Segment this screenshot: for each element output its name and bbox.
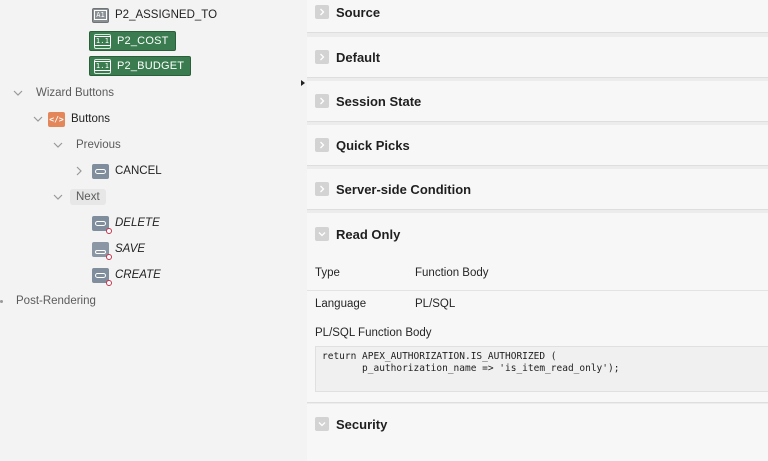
group-title: Server-side Condition	[336, 181, 472, 197]
group-header[interactable]: Read Only	[307, 213, 768, 255]
button-icon	[92, 163, 109, 179]
chevron-down-icon[interactable]	[33, 114, 43, 124]
language-select[interactable]: PL/SQL	[415, 298, 455, 310]
group-title: Source	[336, 4, 381, 20]
group-read-only: Read Only Type Function Body Language PL…	[307, 213, 768, 403]
group-server-side-condition: Server-side Condition	[307, 169, 768, 210]
group-session-state: Session State	[307, 81, 768, 122]
tree-item-p2-budget[interactable]: 1.1 P2_BUDGET	[89, 56, 192, 76]
tree-item-create[interactable]: CREATE	[92, 264, 161, 286]
property-label: Language	[315, 297, 367, 310]
group-quick-picks: Quick Picks	[307, 125, 768, 166]
group-title: Quick Picks	[336, 137, 410, 153]
chevron-down-icon[interactable]	[53, 140, 63, 150]
panel-splitter[interactable]	[300, 0, 307, 461]
tree-item-label: DELETE	[115, 217, 160, 229]
group-header[interactable]: Server-side Condition	[307, 169, 768, 209]
plsql-code-editor[interactable]: return APEX_AUTHORIZATION.IS_AUTHORIZED …	[315, 346, 768, 392]
code-region-icon: </>	[48, 111, 65, 127]
tree-node-buttons[interactable]: </> Buttons	[33, 108, 110, 130]
group-source: Source	[307, 0, 768, 33]
chevron-down-icon[interactable]	[315, 227, 329, 241]
button-icon	[92, 215, 112, 234]
tree-item-delete[interactable]: DELETE	[92, 212, 160, 234]
number-item-icon: 1.1	[93, 33, 112, 49]
group-title: Security	[336, 416, 388, 432]
property-label: Type	[315, 267, 340, 279]
tree-item-cancel[interactable]: CANCEL	[74, 160, 162, 182]
tree-node-label: Next	[70, 189, 106, 205]
tree-item-label: P2_ASSIGNED_TO	[115, 9, 218, 21]
collapse-arrow-icon[interactable]	[301, 80, 305, 86]
tree-item-save[interactable]: SAVE	[92, 238, 145, 260]
property-editor: Source Default Session State Quick Picks	[307, 0, 768, 461]
property-type[interactable]: Type Function Body	[307, 260, 768, 286]
group-title: Session State	[336, 93, 422, 109]
condition-badge-icon	[106, 253, 112, 260]
group-header[interactable]: Session State	[307, 81, 768, 121]
save-button-icon	[92, 241, 112, 260]
number-item-icon: 1.1	[93, 58, 112, 74]
group-header[interactable]: Security	[307, 404, 768, 444]
tree-node-label: Post-Rendering	[16, 295, 96, 307]
group-title: Read Only	[336, 226, 401, 242]
page-designer: A1 P2_ASSIGNED_TO 1.1 P2_COST 1.1 P2_BUD…	[0, 0, 768, 461]
group-title: Default	[336, 49, 381, 65]
chevron-down-icon[interactable]	[315, 417, 329, 431]
group-header[interactable]: Quick Picks	[307, 125, 768, 165]
chevron-right-icon[interactable]	[315, 182, 329, 196]
tree-item-label: P2_COST	[117, 35, 169, 47]
property-language[interactable]: Language PL/SQL	[307, 290, 768, 316]
condition-badge-icon	[106, 279, 112, 286]
tree-node-next[interactable]: Next	[53, 186, 106, 208]
tree-item-p2-cost[interactable]: 1.1 P2_COST	[89, 31, 176, 51]
tree-item-label: CREATE	[115, 269, 161, 281]
tree-item-label: SAVE	[115, 243, 146, 255]
condition-badge-icon	[106, 227, 112, 234]
tree-node-wizard-buttons[interactable]: Wizard Buttons	[13, 82, 114, 104]
tree-item-label: CANCEL	[115, 165, 162, 177]
group-header[interactable]: Source	[307, 0, 768, 32]
type-select[interactable]: Function Body	[415, 267, 489, 279]
group-security: Security	[307, 404, 768, 461]
text-item-icon: A1	[92, 7, 109, 23]
button-icon	[92, 267, 112, 286]
group-default: Default	[307, 37, 768, 78]
chevron-right-icon[interactable]	[315, 50, 329, 64]
chevron-right-icon[interactable]	[315, 138, 329, 152]
chevron-right-icon[interactable]	[74, 166, 84, 176]
tree-node-previous[interactable]: Previous	[53, 134, 121, 156]
chevron-right-icon[interactable]	[315, 5, 329, 19]
tree-node-label: Previous	[76, 139, 121, 151]
tree-bullet-icon	[0, 299, 3, 303]
group-header[interactable]: Default	[307, 37, 768, 77]
rendering-tree: A1 P2_ASSIGNED_TO 1.1 P2_COST 1.1 P2_BUD…	[0, 0, 300, 461]
chevron-down-icon[interactable]	[53, 192, 63, 202]
tree-item-label: P2_BUDGET	[117, 60, 185, 72]
chevron-right-icon[interactable]	[315, 94, 329, 108]
property-label: PL/SQL Function Body	[315, 327, 432, 339]
tree-node-label: Wizard Buttons	[36, 87, 114, 99]
tree-node-label: Buttons	[71, 113, 110, 125]
chevron-down-icon[interactable]	[13, 88, 23, 98]
tree-node-post-rendering[interactable]: Post-Rendering	[0, 290, 96, 312]
tree-item-p2-assigned-to[interactable]: A1 P2_ASSIGNED_TO	[92, 4, 217, 26]
